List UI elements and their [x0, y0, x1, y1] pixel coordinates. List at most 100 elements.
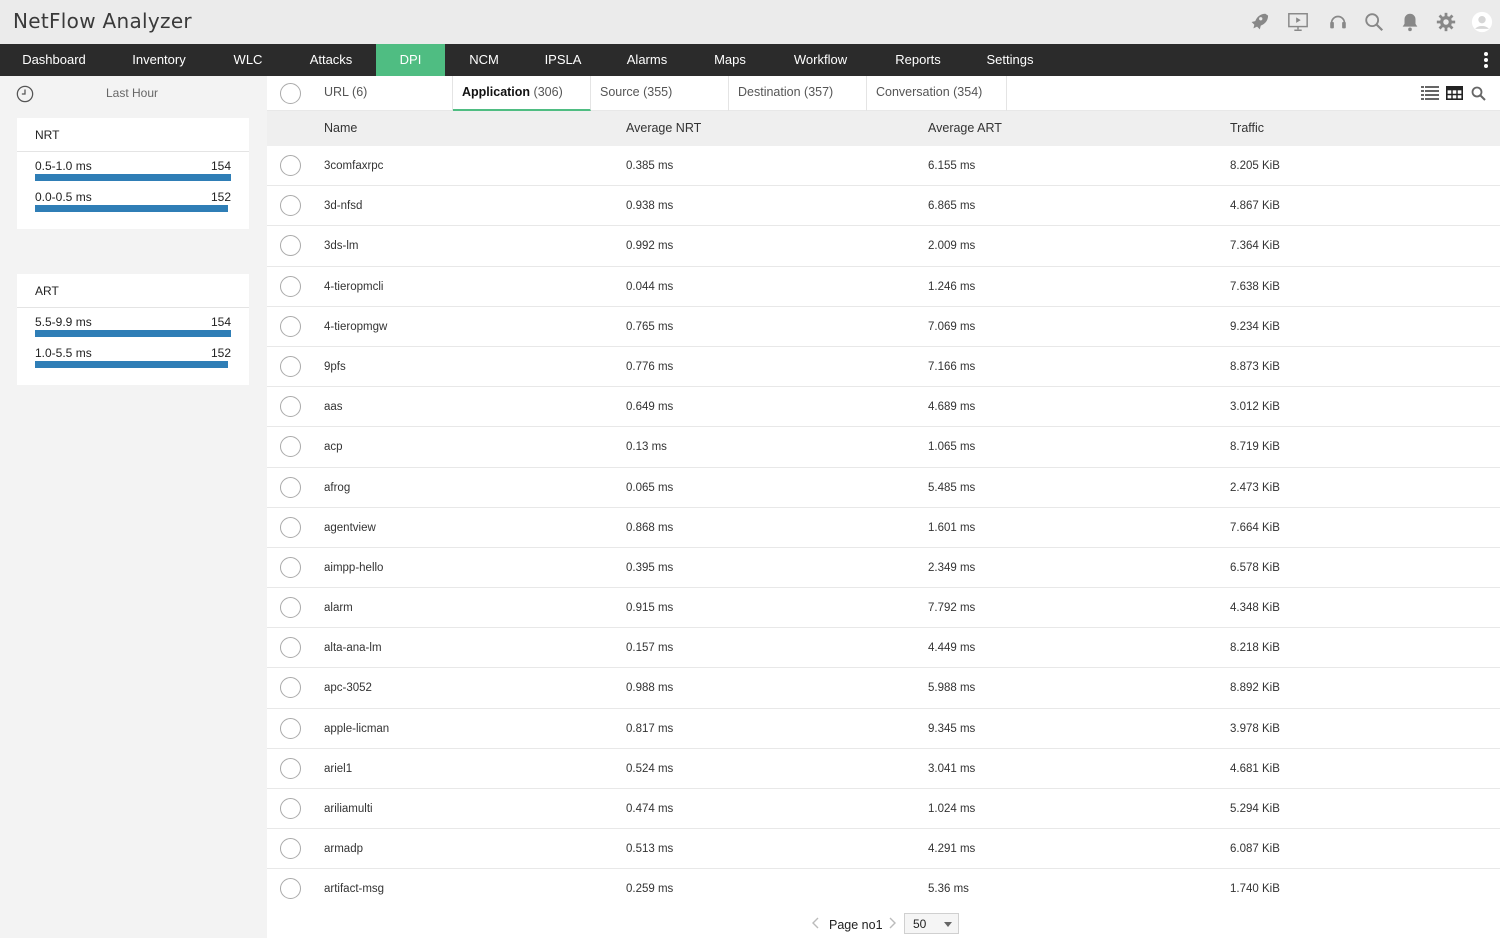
row-select-radio[interactable]: [280, 195, 301, 217]
row-select-radio[interactable]: [280, 516, 301, 538]
row-select-radio[interactable]: [280, 637, 301, 659]
tab-conversation[interactable]: Conversation (354): [867, 76, 1007, 111]
table-row[interactable]: apple-licman 0.817 ms 9.345 ms 3.978 KiB: [267, 709, 1500, 749]
app-name-cell[interactable]: 3ds-lm: [324, 240, 359, 252]
table-row[interactable]: agentview 0.868 ms 1.601 ms 7.664 KiB: [267, 508, 1500, 548]
headset-icon[interactable]: [1320, 0, 1356, 44]
row-select-radio[interactable]: [280, 757, 301, 779]
app-name-cell[interactable]: apple-licman: [324, 723, 389, 735]
row-select-radio[interactable]: [280, 355, 301, 377]
art-bucket-row[interactable]: 5.5-9.9 ms 154: [17, 308, 249, 339]
nav-wlc[interactable]: WLC: [210, 44, 286, 76]
more-menu-icon[interactable]: [1480, 51, 1492, 69]
nav-inventory[interactable]: Inventory: [108, 44, 210, 76]
app-name-cell[interactable]: 3d-nfsd: [324, 200, 362, 212]
table-row[interactable]: 3d-nfsd 0.938 ms 6.865 ms 4.867 KiB: [267, 186, 1500, 227]
row-select-radio[interactable]: [280, 838, 301, 860]
row-select-radio[interactable]: [280, 476, 301, 498]
bell-icon[interactable]: [1392, 0, 1428, 44]
time-filter[interactable]: Last Hour: [16, 84, 250, 104]
table-row[interactable]: 4-tieropmgw 0.765 ms 7.069 ms 9.234 KiB: [267, 307, 1500, 347]
row-select-radio[interactable]: [280, 396, 301, 418]
nav-settings[interactable]: Settings: [964, 44, 1056, 76]
presentation-icon[interactable]: [1276, 0, 1320, 44]
app-name-cell[interactable]: armadp: [324, 843, 363, 855]
app-name-cell[interactable]: ariel1: [324, 763, 352, 775]
app-name-cell[interactable]: 4-tieropmcli: [324, 281, 383, 293]
app-name-cell[interactable]: afrog: [324, 482, 350, 494]
nav-ipsla[interactable]: IPSLA: [523, 44, 603, 76]
art-bucket-row[interactable]: 1.0-5.5 ms 152: [17, 339, 249, 370]
nav-ncm[interactable]: NCM: [445, 44, 523, 76]
gear-icon[interactable]: [1428, 0, 1464, 44]
app-name-cell[interactable]: alta-ana-lm: [324, 642, 382, 654]
row-select-radio[interactable]: [280, 677, 301, 699]
next-page-icon[interactable]: [887, 917, 897, 929]
search-icon[interactable]: [1356, 0, 1392, 44]
table-row[interactable]: ariel1 0.524 ms 3.041 ms 4.681 KiB: [267, 749, 1500, 789]
table-row[interactable]: 9pfs 0.776 ms 7.166 ms 8.873 KiB: [267, 347, 1500, 388]
table-row[interactable]: apc-3052 0.988 ms 5.988 ms 8.892 KiB: [267, 668, 1500, 709]
list-view-icon[interactable]: [1418, 84, 1442, 102]
row-select-radio[interactable]: [280, 878, 301, 900]
column-header-traffic[interactable]: Traffic: [1230, 121, 1264, 135]
table-row[interactable]: aas 0.649 ms 4.689 ms 3.012 KiB: [267, 387, 1500, 428]
app-name-cell[interactable]: aimpp-hello: [324, 562, 383, 574]
app-name-cell[interactable]: alarm: [324, 602, 353, 614]
app-name-cell[interactable]: artifact-msg: [324, 883, 384, 895]
rocket-icon[interactable]: [1240, 0, 1276, 44]
app-name-cell[interactable]: 4-tieropmgw: [324, 321, 387, 333]
tab-url[interactable]: URL (6): [315, 76, 453, 111]
nav-workflow[interactable]: Workflow: [769, 44, 872, 76]
table-row[interactable]: afrog 0.065 ms 5.485 ms 2.473 KiB: [267, 468, 1500, 508]
row-select-radio[interactable]: [280, 597, 301, 619]
nrt-bucket-row[interactable]: 0.0-0.5 ms 152: [17, 183, 249, 214]
app-name-cell[interactable]: ariliamulti: [324, 803, 373, 815]
select-all-radio[interactable]: [280, 83, 301, 104]
row-select-radio[interactable]: [280, 155, 301, 176]
table-row[interactable]: armadp 0.513 ms 4.291 ms 6.087 KiB: [267, 829, 1500, 870]
page-size-select[interactable]: 50: [904, 913, 959, 934]
table-row[interactable]: 3comfaxrpc 0.385 ms 6.155 ms 8.205 KiB: [267, 146, 1500, 187]
tab-destination[interactable]: Destination (357): [729, 76, 867, 111]
table-search-icon[interactable]: [1466, 84, 1490, 102]
nav-attacks[interactable]: Attacks: [286, 44, 376, 76]
nav-dpi[interactable]: DPI: [376, 44, 445, 76]
table-row[interactable]: artifact-msg 0.259 ms 5.36 ms 1.740 KiB: [267, 869, 1500, 910]
row-select-radio[interactable]: [280, 275, 301, 297]
table-row[interactable]: acp 0.13 ms 1.065 ms 8.719 KiB: [267, 427, 1500, 468]
column-header-avg-art[interactable]: Average ART: [928, 121, 1002, 135]
avg-art-cell: 1.065 ms: [928, 441, 976, 454]
app-name-cell[interactable]: acp: [324, 441, 343, 453]
app-name-cell[interactable]: 9pfs: [324, 361, 346, 373]
app-name-cell[interactable]: apc-3052: [324, 682, 372, 694]
table-row[interactable]: ariliamulti 0.474 ms 1.024 ms 5.294 KiB: [267, 789, 1500, 830]
table-row[interactable]: alta-ana-lm 0.157 ms 4.449 ms 8.218 KiB: [267, 628, 1500, 669]
nav-reports[interactable]: Reports: [872, 44, 964, 76]
table-row[interactable]: alarm 0.915 ms 7.792 ms 4.348 KiB: [267, 588, 1500, 629]
tab-application[interactable]: Application (306): [453, 76, 591, 111]
row-select-radio[interactable]: [280, 315, 301, 337]
nav-maps[interactable]: Maps: [691, 44, 769, 76]
app-name-cell[interactable]: aas: [324, 401, 343, 413]
column-header-avg-nrt[interactable]: Average NRT: [626, 121, 701, 135]
row-select-radio[interactable]: [280, 235, 301, 257]
tab-source[interactable]: Source (355): [591, 76, 729, 111]
table-view-icon[interactable]: [1442, 84, 1466, 102]
row-select-radio[interactable]: [280, 556, 301, 578]
row-select-radio[interactable]: [280, 717, 301, 739]
nrt-bucket-row[interactable]: 0.5-1.0 ms 154: [17, 152, 249, 183]
column-header-name[interactable]: Name: [324, 121, 357, 135]
app-name-cell[interactable]: agentview: [324, 522, 376, 534]
row-select-radio[interactable]: [280, 436, 301, 458]
app-name-cell[interactable]: 3comfaxrpc: [324, 160, 383, 172]
table-row[interactable]: 3ds-lm 0.992 ms 2.009 ms 7.364 KiB: [267, 226, 1500, 267]
user-avatar-icon[interactable]: [1464, 0, 1500, 44]
avg-nrt-cell: 0.765 ms: [626, 320, 674, 333]
table-row[interactable]: 4-tieropmcli 0.044 ms 1.246 ms 7.638 KiB: [267, 267, 1500, 307]
nav-alarms[interactable]: Alarms: [603, 44, 691, 76]
table-row[interactable]: aimpp-hello 0.395 ms 2.349 ms 6.578 KiB: [267, 548, 1500, 589]
previous-page-icon[interactable]: [811, 917, 821, 929]
nav-dashboard[interactable]: Dashboard: [0, 44, 108, 76]
row-select-radio[interactable]: [280, 798, 301, 819]
